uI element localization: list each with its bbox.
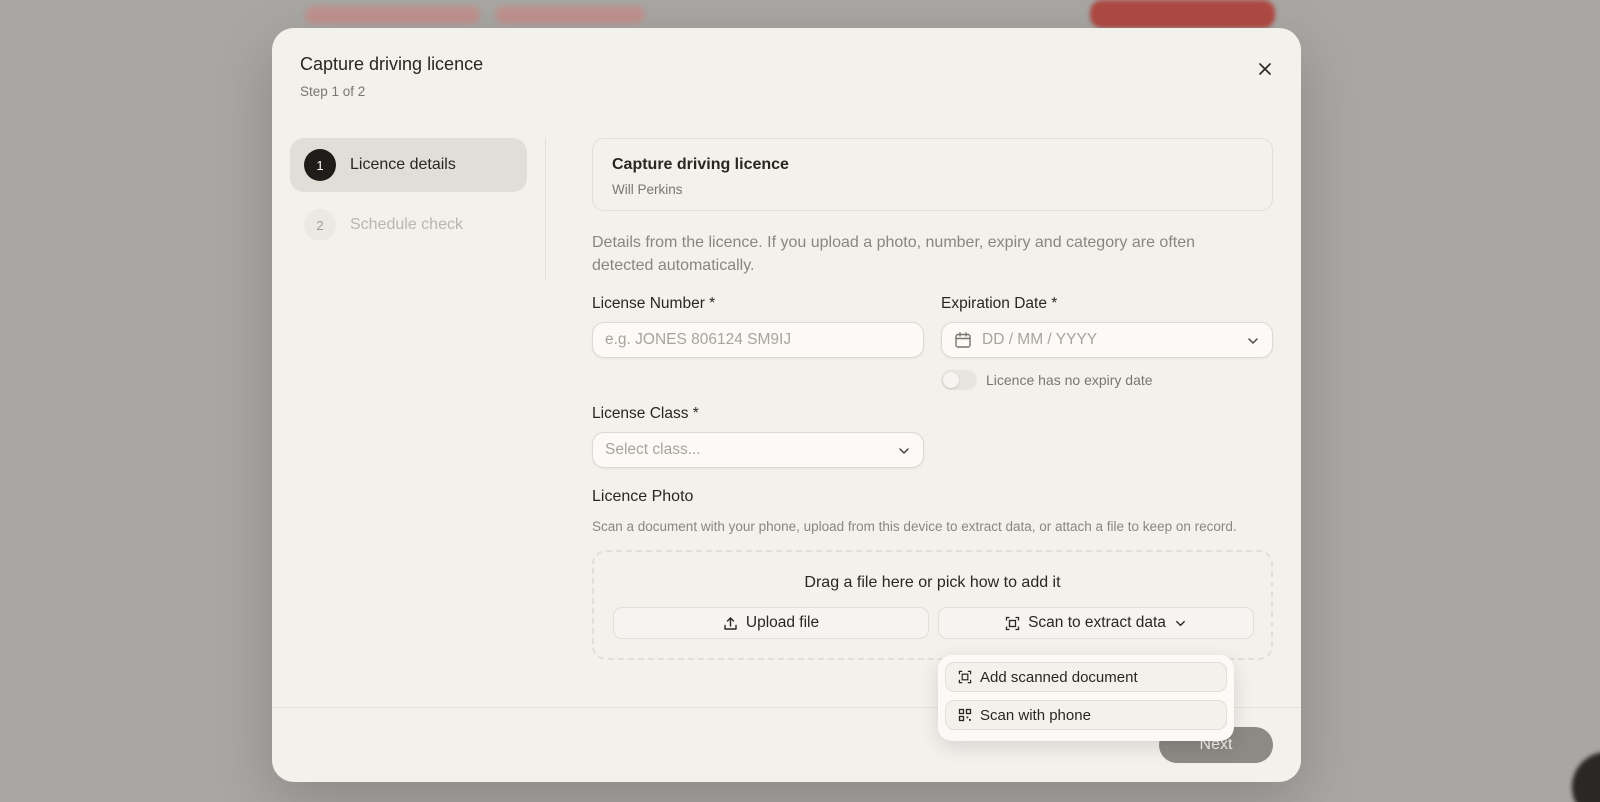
background-blur-button [1090, 0, 1275, 28]
licence-photo-title: Licence Photo [592, 488, 694, 505]
no-expiry-toggle[interactable] [941, 370, 977, 390]
summary-title: Capture driving licence [612, 156, 789, 173]
dialog-step-indicator: Step 1 of 2 [300, 84, 366, 99]
step-list: 1 Licence details 2 Schedule check [290, 138, 527, 258]
expiration-date-label: Expiration Date * [941, 295, 1058, 312]
close-button[interactable] [1252, 56, 1278, 82]
license-number-field: License Number * e.g. JONES 806124 SM9IJ [592, 295, 924, 358]
scan-options-menu: Add scanned document Scan with phone [938, 655, 1234, 741]
close-icon [1259, 63, 1271, 75]
calendar-icon [955, 332, 971, 348]
scan-icon [958, 670, 972, 684]
licence-photo-description: Scan a document with your phone, upload … [592, 519, 1237, 534]
summary-card: Capture driving licence Will Perkins [592, 138, 1273, 211]
file-dropzone[interactable]: Drag a file here or pick how to add it U… [592, 550, 1273, 660]
license-class-select[interactable]: Select class... [592, 432, 924, 468]
scan-to-extract-button[interactable]: Scan to extract data [938, 607, 1254, 639]
dropzone-text: Drag a file here or pick how to add it [804, 574, 1061, 591]
upload-icon [724, 616, 737, 630]
step-number: 1 [304, 149, 336, 181]
sidebar-divider [545, 138, 546, 279]
dialog-title: Capture driving licence [300, 54, 484, 74]
chevron-down-icon [899, 448, 909, 454]
license-class-label: License Class * [592, 405, 699, 422]
upload-file-label: Upload file [745, 614, 820, 631]
license-number-label: License Number * [592, 295, 716, 312]
license-number-placeholder: e.g. JONES 806124 SM9IJ [605, 331, 792, 348]
license-class-placeholder: Select class... [605, 441, 701, 458]
scan-icon [1005, 616, 1020, 630]
background-blur-element [305, 6, 480, 24]
step-number: 2 [304, 209, 336, 241]
background-blur-avatar [1572, 752, 1600, 802]
step-item-licence-details[interactable]: 1 Licence details [290, 138, 527, 192]
menu-item-label: Add scanned document [980, 668, 1138, 686]
backdrop [0, 0, 272, 802]
fields-row: License Number * e.g. JONES 806124 SM9IJ… [592, 295, 1273, 405]
chevron-down-icon [1248, 338, 1258, 344]
step-item-schedule-check[interactable]: 2 Schedule check [290, 198, 527, 252]
menu-item-label: Scan with phone [980, 706, 1091, 724]
expiration-date-placeholder: DD / MM / YYYY [982, 331, 1098, 348]
no-expiry-label: Licence has no expiry date [986, 372, 1153, 388]
menu-item-scan-with-phone[interactable]: Scan with phone [945, 700, 1227, 730]
chevron-down-icon [1176, 620, 1185, 626]
step-label: Schedule check [350, 216, 463, 233]
qr-icon [958, 708, 972, 722]
form-description: Details from the licence. If you upload … [592, 234, 1196, 274]
expiration-date-field: Expiration Date * DD / MM / YYYY Licence… [941, 295, 1273, 390]
upload-file-button[interactable]: Upload file [613, 607, 929, 639]
expiration-date-input[interactable]: DD / MM / YYYY [941, 322, 1273, 358]
background-blur-element [495, 6, 645, 24]
no-expiry-row: Licence has no expiry date [941, 370, 1273, 390]
menu-item-add-scanned-document[interactable]: Add scanned document [945, 662, 1227, 692]
license-number-input[interactable]: e.g. JONES 806124 SM9IJ [592, 322, 924, 358]
license-class-field: License Class * Select class... [592, 405, 924, 468]
step-label: Licence details [350, 156, 456, 173]
scan-to-extract-label: Scan to extract data [1028, 614, 1166, 631]
summary-person: Will Perkins [612, 182, 683, 197]
dropzone-actions: Upload file Scan to extract data [613, 607, 1254, 639]
form-content: Capture driving licence Will Perkins Det… [592, 138, 1273, 660]
